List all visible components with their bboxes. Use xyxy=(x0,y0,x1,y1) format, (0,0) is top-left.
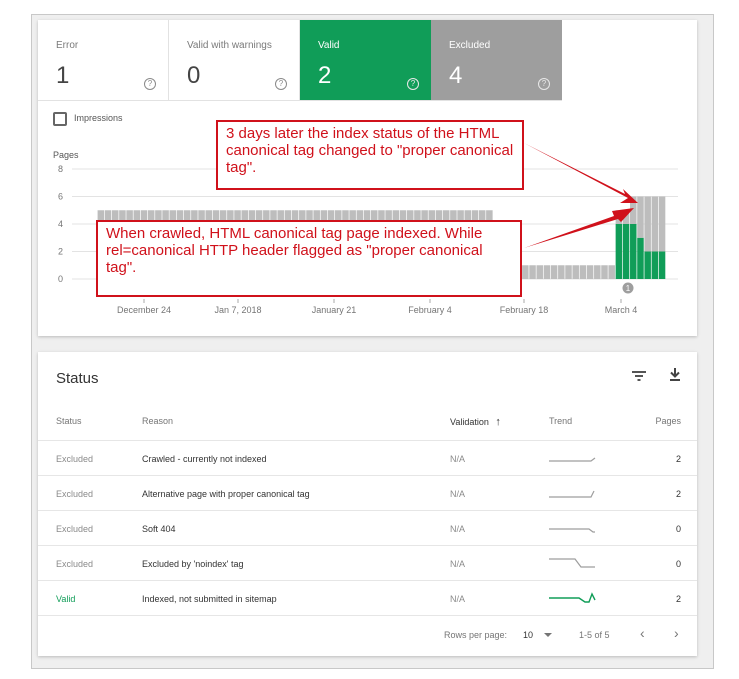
bar-valid xyxy=(644,251,651,279)
row-reason: Indexed, not submitted in sitemap xyxy=(142,594,277,604)
row-pages: 2 xyxy=(675,489,681,499)
bar-excluded xyxy=(658,196,666,252)
bar-excluded xyxy=(586,265,594,279)
row-pages: 0 xyxy=(675,559,681,569)
bar-excluded xyxy=(558,265,565,279)
trend-sparkline xyxy=(549,490,595,498)
rows-per-page-value: 10 xyxy=(523,630,534,640)
trend-sparkline xyxy=(549,528,595,533)
coverage-summary-card: Error 1 ? Valid with warnings 0 ? Valid … xyxy=(38,20,697,336)
row-validation: N/A xyxy=(450,594,466,604)
trend-sparkline xyxy=(549,592,596,603)
annotation-callout-top: 3 days later the index status of the HTM… xyxy=(216,120,524,190)
pagination-range: 1-5 of 5 xyxy=(579,630,610,640)
x-tick-label: Jan 7, 2018 xyxy=(214,305,261,315)
row-validation: N/A xyxy=(450,559,466,569)
bar-excluded xyxy=(594,265,601,279)
bar-excluded xyxy=(550,265,558,279)
annotation-marker-label: 1 xyxy=(626,284,631,293)
bar-valid xyxy=(651,251,659,279)
row-pages: 2 xyxy=(675,454,681,464)
y-tick-label: 8 xyxy=(58,164,63,174)
row-status: Excluded xyxy=(56,454,94,464)
column-header-validation[interactable]: Validation ↑ xyxy=(450,416,501,428)
status-title: Status xyxy=(56,370,99,387)
bar-excluded xyxy=(529,265,536,279)
table-row[interactable]: Excluded Soft 404 N/A 0 xyxy=(38,510,697,545)
callout-arrow-top xyxy=(524,143,638,203)
bar-valid xyxy=(658,251,666,279)
row-reason: Crawled - currently not indexed xyxy=(142,454,267,464)
next-page-button[interactable]: › xyxy=(674,625,679,641)
column-header-validation-label: Validation xyxy=(450,417,489,427)
row-status: Excluded xyxy=(56,524,94,534)
row-status: Valid xyxy=(56,594,76,604)
table-row[interactable]: Excluded Crawled - currently not indexed… xyxy=(38,440,697,475)
x-tick-label: February 4 xyxy=(408,305,452,315)
bar-excluded xyxy=(601,265,608,279)
bar-excluded xyxy=(522,265,529,279)
y-tick-label: 4 xyxy=(58,219,63,229)
bar-excluded xyxy=(572,265,579,279)
bar-excluded xyxy=(565,265,572,279)
bar-excluded xyxy=(536,265,543,279)
trend-sparkline xyxy=(549,457,596,462)
annotation-callout-bottom: When crawled, HTML canonical tag page in… xyxy=(96,220,522,297)
row-pages: 2 xyxy=(675,594,681,604)
chevron-down-icon xyxy=(544,633,553,637)
bar-valid xyxy=(630,224,637,279)
bar-valid xyxy=(615,224,623,279)
filter-icon[interactable] xyxy=(631,368,647,382)
bar-excluded xyxy=(637,196,644,238)
column-header-reason[interactable]: Reason xyxy=(142,416,173,426)
row-pages: 0 xyxy=(675,524,681,534)
bar-excluded xyxy=(608,265,615,279)
column-header-status[interactable]: Status xyxy=(56,416,82,426)
bar-excluded xyxy=(651,196,659,252)
table-row[interactable]: Valid Indexed, not submitted in sitemap … xyxy=(38,580,697,615)
row-reason: Excluded by 'noindex' tag xyxy=(142,559,244,569)
row-validation: N/A xyxy=(450,524,466,534)
row-reason: Alternative page with proper canonical t… xyxy=(142,489,310,499)
y-tick-label: 2 xyxy=(58,247,63,257)
column-header-pages[interactable]: Pages xyxy=(655,416,681,426)
y-tick-label: 0 xyxy=(58,274,63,284)
table-footer-divider xyxy=(38,615,697,616)
sort-ascending-icon: ↑ xyxy=(495,416,501,428)
bar-valid xyxy=(622,224,630,279)
bar-valid xyxy=(637,237,644,279)
download-icon[interactable] xyxy=(668,366,682,382)
x-tick-label: February 18 xyxy=(500,305,549,315)
rows-per-page-label: Rows per page: xyxy=(444,630,508,640)
table-row[interactable]: Excluded Excluded by 'noindex' tag N/A 0 xyxy=(38,545,697,580)
column-header-trend[interactable]: Trend xyxy=(549,416,572,426)
rows-per-page-select[interactable]: 10 xyxy=(523,630,553,640)
row-validation: N/A xyxy=(450,489,466,499)
x-tick-label: December 24 xyxy=(117,305,171,315)
status-table-card: Status Status Reason Validation ↑ Trend … xyxy=(38,352,697,656)
x-tick-label: January 21 xyxy=(312,305,357,315)
y-tick-label: 6 xyxy=(58,192,63,202)
bar-excluded xyxy=(543,265,551,279)
row-status: Excluded xyxy=(56,489,94,499)
previous-page-button[interactable]: ‹ xyxy=(640,625,645,641)
bar-excluded xyxy=(644,196,651,252)
table-row[interactable]: Excluded Alternative page with proper ca… xyxy=(38,475,697,510)
trend-sparkline xyxy=(549,558,595,568)
row-status: Excluded xyxy=(56,559,94,569)
bar-excluded xyxy=(579,265,587,279)
row-validation: N/A xyxy=(450,454,466,464)
row-reason: Soft 404 xyxy=(142,524,176,534)
x-tick-label: March 4 xyxy=(605,305,638,315)
